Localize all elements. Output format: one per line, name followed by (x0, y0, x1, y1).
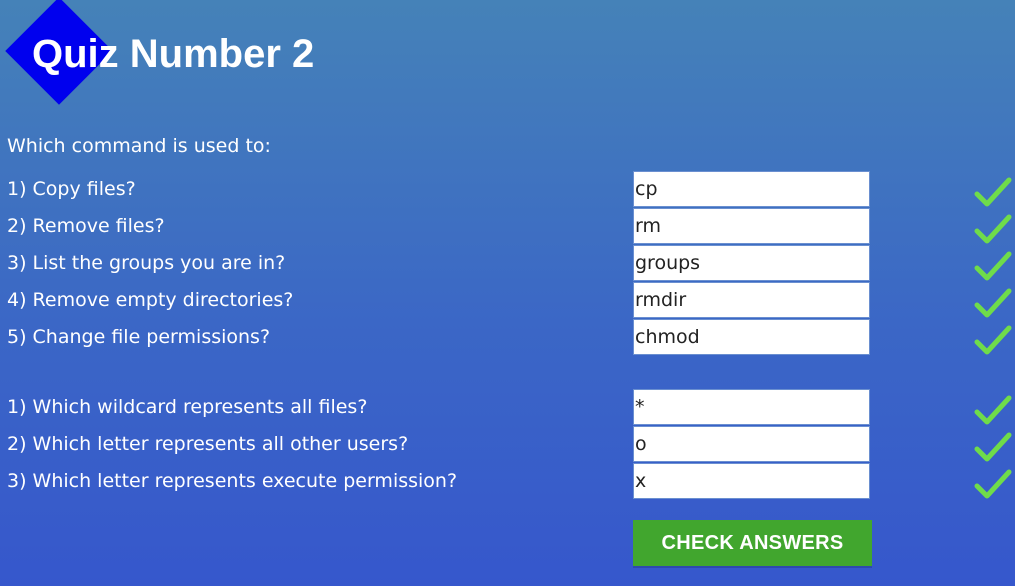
question-label: 4) Remove empty directories? (7, 289, 294, 311)
answer-input-other-users[interactable] (633, 426, 870, 462)
checkmark-icon (974, 395, 1012, 427)
question-row: 2) Remove files? (0, 208, 1015, 244)
page-title: Quiz Number 2 (32, 32, 315, 76)
checkmark-icon (974, 288, 1012, 320)
answer-input-execute-permission[interactable] (633, 463, 870, 499)
checkmark-icon (974, 251, 1012, 283)
question-row: 5) Change file permissions? (0, 319, 1015, 355)
question-row: 1) Copy files? (0, 171, 1015, 207)
checkmark-icon (974, 214, 1012, 246)
question-row: 1) Which wildcard represents all files? (0, 389, 1015, 425)
quiz-intro: Which command is used to: (7, 135, 271, 157)
question-row: 3) Which letter represents execute permi… (0, 463, 1015, 499)
answer-input-wildcard[interactable] (633, 389, 870, 425)
checkmark-icon (974, 177, 1012, 209)
checkmark-icon (974, 325, 1012, 357)
question-label: 1) Which wildcard represents all files? (7, 396, 368, 418)
question-label: 3) List the groups you are in? (7, 252, 286, 274)
answer-input-remove-files[interactable] (633, 208, 870, 244)
question-label: 2) Remove files? (7, 215, 165, 237)
answer-input-list-groups[interactable] (633, 245, 870, 281)
question-row: 3) List the groups you are in? (0, 245, 1015, 281)
question-row: 2) Which letter represents all other use… (0, 426, 1015, 462)
checkmark-icon (974, 432, 1012, 464)
answer-input-remove-empty-dirs[interactable] (633, 282, 870, 318)
question-row: 4) Remove empty directories? (0, 282, 1015, 318)
question-label: 1) Copy files? (7, 178, 136, 200)
check-answers-button[interactable]: CHECK ANSWERS (633, 520, 872, 566)
page-header: Quiz Number 2 (0, 0, 400, 110)
checkmark-icon (974, 469, 1012, 501)
question-label: 5) Change file permissions? (7, 326, 271, 348)
question-label: 3) Which letter represents execute permi… (7, 470, 458, 492)
question-label: 2) Which letter represents all other use… (7, 433, 409, 455)
answer-input-copy-files[interactable] (633, 171, 870, 207)
answer-input-change-permissions[interactable] (633, 319, 870, 355)
